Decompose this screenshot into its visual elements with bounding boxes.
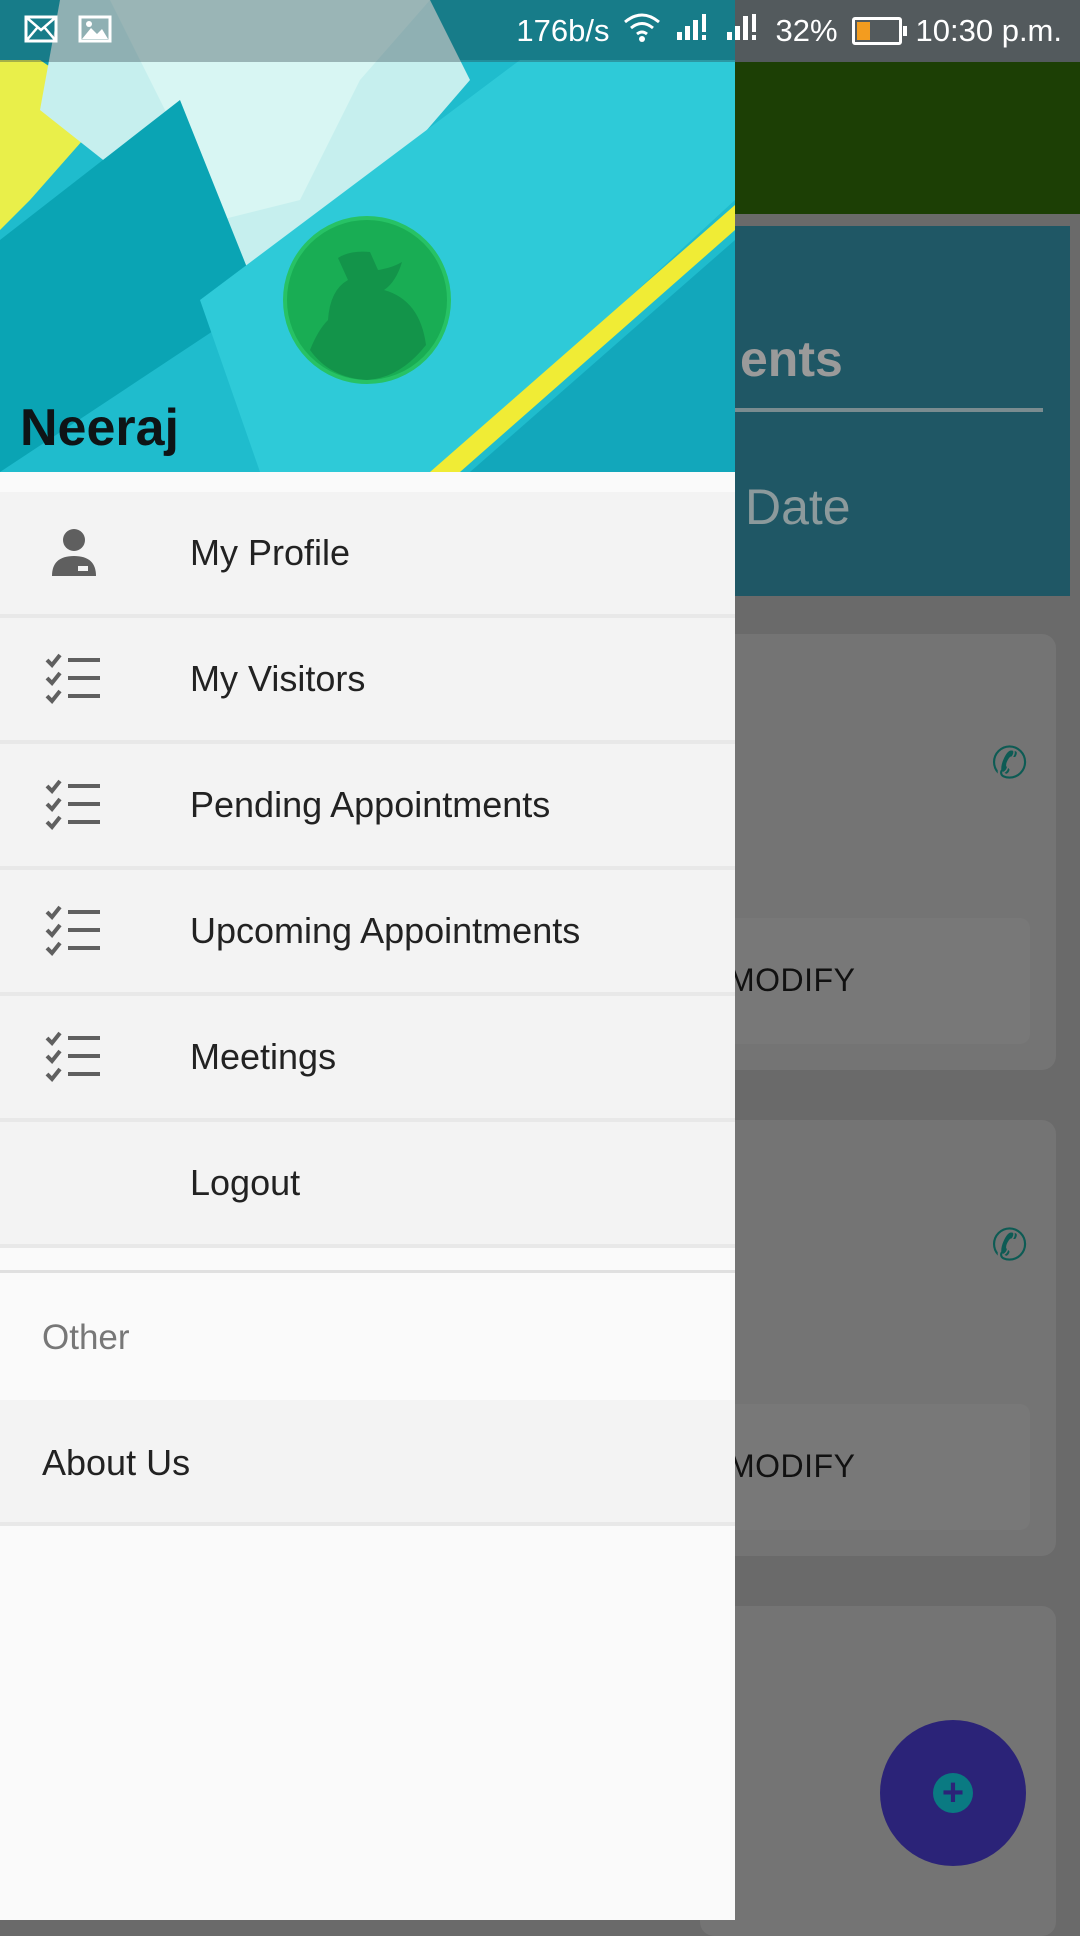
clock: 10:30 p.m. bbox=[915, 13, 1062, 48]
appointment-card: ✆ bbox=[700, 1120, 1056, 1556]
add-appointment-fab: + bbox=[880, 1720, 1026, 1866]
appointment-card: ✆ bbox=[700, 634, 1056, 1070]
wifi-icon bbox=[623, 12, 661, 50]
menu-item-label: About Us bbox=[42, 1442, 191, 1483]
navigation-drawer: Neeraj My Profile My Visitors Pending Ap… bbox=[0, 0, 735, 1920]
background-title: ents bbox=[740, 331, 843, 387]
phone-icon: ✆ bbox=[991, 739, 1028, 788]
menu-item-label: My Profile bbox=[190, 532, 351, 573]
checklist-icon bbox=[44, 652, 104, 706]
person-icon bbox=[44, 526, 104, 580]
network-speed: 176b/s bbox=[516, 13, 610, 48]
menu-item-about-us[interactable]: About Us bbox=[0, 1400, 735, 1526]
menu-item-upcoming-appointments[interactable]: Upcoming Appointments bbox=[0, 870, 735, 996]
section-title-other: Other bbox=[42, 1318, 130, 1357]
background-date-label: Date bbox=[745, 479, 851, 535]
user-name: Neeraj bbox=[20, 399, 179, 457]
menu-item-my-visitors[interactable]: My Visitors bbox=[0, 618, 735, 744]
checklist-icon bbox=[44, 904, 104, 958]
menu-item-label: Logout bbox=[190, 1162, 301, 1203]
menu-item-label: Upcoming Appointments bbox=[190, 910, 581, 951]
background-title-underline bbox=[735, 408, 1043, 412]
menu-item-pending-appointments[interactable]: Pending Appointments bbox=[0, 744, 735, 870]
image-notification-icon bbox=[78, 14, 112, 52]
signal-icon bbox=[675, 12, 711, 50]
modify-button: MODIFY bbox=[728, 1448, 856, 1484]
checklist-icon bbox=[44, 778, 104, 832]
menu-item-meetings[interactable]: Meetings bbox=[0, 996, 735, 1122]
battery-icon bbox=[851, 17, 907, 45]
mail-notification-icon bbox=[24, 14, 58, 52]
menu-item-my-profile[interactable]: My Profile bbox=[0, 492, 735, 618]
battery-percent: 32% bbox=[775, 13, 838, 48]
menu-item-label: My Visitors bbox=[190, 658, 366, 699]
menu-item-label: Meetings bbox=[190, 1036, 337, 1077]
menu-item-label: Pending Appointments bbox=[190, 784, 551, 825]
menu-item-logout[interactable]: Logout bbox=[0, 1122, 735, 1248]
drawer-header: Neeraj bbox=[0, 0, 735, 472]
signal-icon-sim2 bbox=[725, 12, 761, 50]
section-divider bbox=[0, 1270, 735, 1273]
drawer-menu: My Profile My Visitors Pending Appointme… bbox=[0, 492, 735, 1248]
checklist-icon bbox=[44, 1030, 104, 1084]
plus-icon: + bbox=[933, 1773, 973, 1813]
phone-icon: ✆ bbox=[991, 1221, 1028, 1270]
status-bar: 176b/s 32% 10:30 p.m. bbox=[0, 0, 1080, 62]
modify-button: MODIFY bbox=[728, 962, 856, 998]
